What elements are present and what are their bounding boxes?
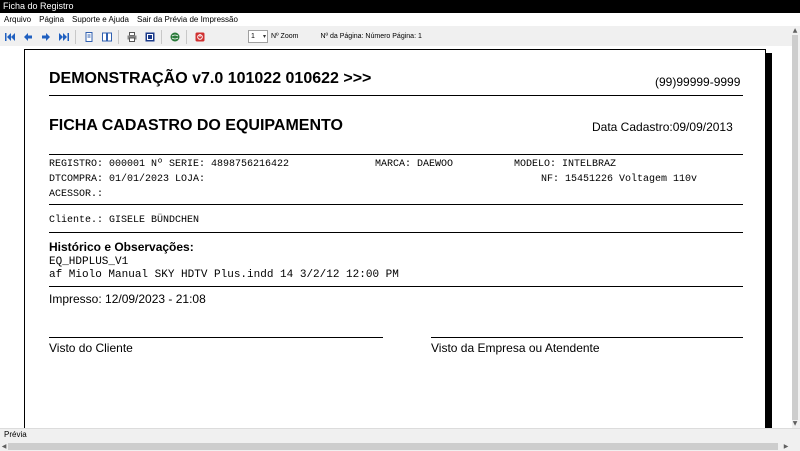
two-pages-icon xyxy=(102,32,112,41)
historico-title: Histórico e Observações: xyxy=(49,240,194,254)
prev-page-button[interactable] xyxy=(20,29,36,45)
marca: MARCA: DAEWOO xyxy=(375,159,454,170)
nf-voltagem: NF: 15451226 Voltagem 110v xyxy=(541,174,698,185)
scroll-up-icon[interactable]: ▲ xyxy=(790,26,800,35)
historico-line2: af Miolo Manual SKY HDTV Plus.indd 14 3/… xyxy=(49,269,399,281)
divider xyxy=(49,95,743,96)
first-page-button[interactable] xyxy=(2,29,18,45)
report-page: DEMONSTRAÇÃO v7.0 101022 010622 >>> (99)… xyxy=(24,49,766,428)
toolbar-separator xyxy=(118,29,119,44)
report-title: FICHA CADASTRO DO EQUIPAMENTO xyxy=(49,117,343,134)
first-page-icon xyxy=(5,32,15,41)
last-page-icon xyxy=(59,32,69,41)
single-page-icon xyxy=(85,31,93,42)
zoom-value: 1 xyxy=(251,33,255,40)
toolbar-separator xyxy=(161,29,162,44)
divider xyxy=(49,286,743,287)
dtcompra-loja: DTCOMPRA: 01/01/2023 LOJA: xyxy=(49,174,206,185)
divider xyxy=(49,154,743,155)
company-header: DEMONSTRAÇÃO v7.0 101022 010622 >>> xyxy=(49,70,372,87)
page-setup-icon xyxy=(145,32,155,41)
export-globe-icon xyxy=(170,32,180,41)
prev-page-icon xyxy=(24,32,32,41)
acessorios: ACESSOR.: xyxy=(49,189,104,200)
divider xyxy=(49,232,743,233)
status-text: Prévia xyxy=(4,430,27,439)
menu-arquivo[interactable]: Arquivo xyxy=(0,13,35,26)
visto-empresa: Visto da Empresa ou Atendente xyxy=(431,341,600,355)
signature-line-empresa xyxy=(431,337,743,338)
divider xyxy=(49,204,743,205)
menu-sair-previa[interactable]: Sair da Prévia de Impressão xyxy=(133,13,242,26)
close-icon xyxy=(195,32,205,41)
toolbar: 1 ▾ Nº Zoom Nº da Página: Número Página:… xyxy=(0,27,800,46)
historico-line1: EQ_HDPLUS_V1 xyxy=(49,256,129,268)
toolbar-separator xyxy=(75,29,76,44)
print-button[interactable] xyxy=(124,29,140,45)
last-page-button[interactable] xyxy=(56,29,72,45)
menu-bar: Arquivo Página Suporte e Ajuda Sair da P… xyxy=(0,13,800,26)
date-cadastro: Data Cadastro:09/09/2013 xyxy=(592,120,733,134)
menu-suporte[interactable]: Suporte e Ajuda xyxy=(68,13,133,26)
vertical-scroll-thumb[interactable] xyxy=(792,35,798,420)
impresso: Impresso: 12/09/2023 - 21:08 xyxy=(49,292,206,306)
single-page-button[interactable] xyxy=(81,29,97,45)
printer-icon xyxy=(127,31,137,42)
signature-line-cliente xyxy=(49,337,383,338)
visto-cliente: Visto do Cliente xyxy=(49,341,133,355)
toolbar-separator xyxy=(186,29,187,44)
preview-viewport[interactable]: DEMONSTRAÇÃO v7.0 101022 010622 >>> (99)… xyxy=(0,46,792,428)
export-button[interactable] xyxy=(167,29,183,45)
close-preview-button[interactable] xyxy=(192,29,208,45)
company-phone: (99)99999-9999 xyxy=(655,75,741,89)
next-page-icon xyxy=(42,32,50,41)
status-bar: Prévia ◀ ▶ xyxy=(0,428,800,451)
chevron-down-icon: ▾ xyxy=(262,34,266,40)
horizontal-scroll-thumb[interactable] xyxy=(8,443,778,450)
modelo: MODELO: INTELBRAZ xyxy=(514,159,617,170)
window-title: Ficha do Registro xyxy=(0,0,800,13)
page-setup-button[interactable] xyxy=(142,29,158,45)
next-page-button[interactable] xyxy=(38,29,54,45)
registro-serie: REGISTRO: 000001 Nº SERIE: 4898756216422 xyxy=(49,159,290,170)
menu-pagina[interactable]: Página xyxy=(35,13,68,26)
zoom-label: Nº Zoom xyxy=(271,33,299,40)
zoom-select[interactable]: 1 ▾ xyxy=(248,30,268,43)
page-number-label: Nº da Página: Número Página: 1 xyxy=(320,33,422,40)
two-pages-button[interactable] xyxy=(99,29,115,45)
cliente: Cliente.: GISELE BÜNDCHEN xyxy=(49,215,200,226)
